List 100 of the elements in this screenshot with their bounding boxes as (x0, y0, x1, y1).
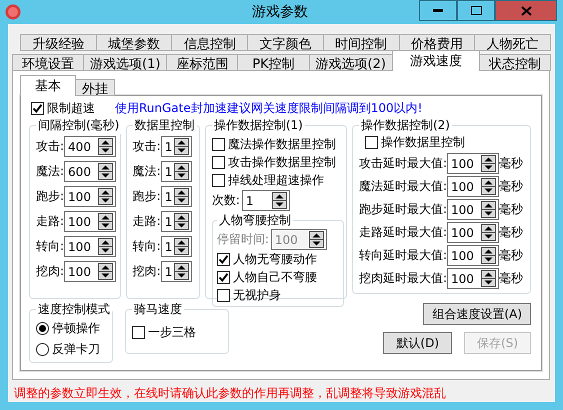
group-title: 人物弯腰控制 (218, 212, 292, 229)
spin-field[interactable]: 1 (242, 190, 290, 211)
spin-field[interactable]: 100 (64, 236, 116, 257)
maximize-icon (470, 6, 482, 15)
field-label: 攻击延时最大值: (358, 155, 448, 172)
close-button[interactable] (495, 0, 557, 21)
tab[interactable]: 基本 (20, 75, 76, 96)
tab[interactable]: 游戏选项(1) (83, 54, 168, 71)
tab[interactable]: 人物死亡 (474, 34, 552, 51)
spin-arrows-icon (481, 201, 496, 218)
minimize-button[interactable] (419, 0, 457, 21)
spin-field[interactable]: 1 (160, 211, 192, 232)
spin-value: 600 (68, 164, 91, 178)
spin-value: 100 (68, 214, 91, 228)
radio-button[interactable] (36, 343, 49, 356)
spin-field[interactable]: 1 (160, 136, 192, 157)
tab[interactable]: 状态控制 (478, 54, 551, 71)
checkbox[interactable] (364, 136, 378, 149)
group-title: 数据里控制 (134, 117, 196, 134)
spin-arrows-icon (481, 270, 496, 287)
spin-value: 100 (451, 272, 474, 286)
spin-value: 100 (451, 248, 474, 262)
spin-field[interactable]: 100 (447, 222, 500, 243)
checkbox-label: 魔法操作数据里控制 (228, 136, 336, 153)
spin-arrows-icon (98, 238, 114, 255)
field-label: 走路延时最大值: (358, 224, 448, 241)
spin-value: 400 (68, 140, 91, 154)
radio-dot-icon (39, 325, 46, 332)
spin-arrows-icon (98, 188, 114, 205)
spin-field[interactable]: 100 (447, 153, 500, 174)
button[interactable]: 默认(D) (383, 332, 452, 354)
checkbox-label: 掉线处理超速操作 (228, 172, 324, 189)
spin-arrows-icon (174, 213, 190, 230)
field-label: 跑步: (36, 188, 64, 205)
spin-field[interactable]: 1 (160, 236, 192, 257)
checkbox-label: 操作数据里控制 (380, 134, 465, 151)
spin-field[interactable]: 600 (64, 161, 116, 182)
spin-arrows-icon (174, 138, 190, 155)
checkbox-label: 限制超速 (47, 100, 95, 117)
field-label: 转向: (36, 238, 64, 255)
tab[interactable]: 游戏选项(2) (308, 54, 393, 71)
spin-value: 1 (164, 140, 172, 154)
checkbox[interactable] (31, 102, 44, 115)
tab[interactable]: 环境设置 (12, 54, 84, 71)
spin-field[interactable]: 100 (447, 176, 500, 197)
radio-label: 反弹卡刀 (52, 341, 100, 358)
field-label: 停留时间: (216, 231, 269, 248)
spin-field[interactable]: 100 (64, 261, 116, 282)
radio-button[interactable] (36, 322, 49, 335)
spin-field[interactable]: 100 (447, 268, 500, 289)
spin-field[interactable]: 400 (64, 136, 116, 157)
spin-field[interactable]: 1 (160, 186, 192, 207)
checkbox-label: 攻击操作数据里控制 (228, 154, 336, 171)
spin-arrows-icon (174, 238, 190, 255)
checkbox[interactable] (212, 156, 225, 169)
tab[interactable]: 城堡参数 (96, 34, 172, 51)
spin-value: 1 (164, 240, 172, 254)
checkbox[interactable] (132, 326, 145, 339)
spin-field[interactable]: 100 (447, 199, 500, 220)
spin-arrows-icon (308, 231, 324, 248)
checkbox[interactable] (216, 271, 230, 284)
tab[interactable]: 文字颜色 (247, 34, 324, 51)
spin-field[interactable]: 1 (160, 261, 192, 282)
field-label: 转向: (132, 238, 161, 255)
spin-arrows-icon (481, 224, 496, 241)
checkbox-label: 人物无弯腰动作 (232, 251, 317, 268)
spin-value: 1 (164, 190, 172, 204)
checkbox[interactable] (212, 138, 225, 151)
tab[interactable]: PK控制 (237, 54, 310, 71)
checkbox[interactable] (216, 253, 230, 266)
field-label: 次数: (212, 192, 240, 209)
tab[interactable]: 座标范围 (166, 54, 238, 71)
group-title: 骑马速度 (133, 301, 183, 318)
spin-field[interactable]: 100 (64, 211, 116, 232)
tab[interactable]: 升级经验 (20, 34, 97, 51)
unit-label: 毫秒 (499, 155, 524, 172)
button[interactable]: 组合速度设置(A) (423, 303, 531, 325)
spin-field[interactable]: 100 (447, 245, 500, 266)
tab[interactable]: 信息控制 (171, 34, 248, 51)
group-title: 操作数据控制(2) (360, 117, 451, 134)
minimize-icon (433, 8, 443, 12)
checkbox[interactable] (212, 174, 225, 187)
spin-value: 1 (164, 214, 172, 228)
notice-text: 使用RunGate封加速建议网关速度限制间隔调到100以内! (115, 100, 422, 117)
tab[interactable]: 价格费用 (398, 34, 476, 51)
field-label: 挖肉: (132, 263, 161, 280)
spin-field[interactable]: 1 (160, 161, 192, 182)
tab[interactable]: 时间控制 (322, 34, 400, 51)
spin-arrows-icon (174, 163, 190, 180)
tab[interactable]: 外挂 (75, 79, 115, 96)
field-label: 挖肉: (36, 263, 64, 280)
tab[interactable]: 游戏速度 (392, 50, 480, 71)
spin-arrows-icon (272, 192, 287, 209)
field-label: 跑步延时最大值: (358, 201, 448, 218)
maximize-button[interactable] (457, 0, 495, 21)
close-icon (520, 6, 532, 16)
field-label: 挖肉延时最大值: (358, 270, 448, 287)
spin-value: 1 (246, 194, 254, 208)
checkbox[interactable] (216, 289, 230, 302)
spin-field[interactable]: 100 (64, 186, 116, 207)
